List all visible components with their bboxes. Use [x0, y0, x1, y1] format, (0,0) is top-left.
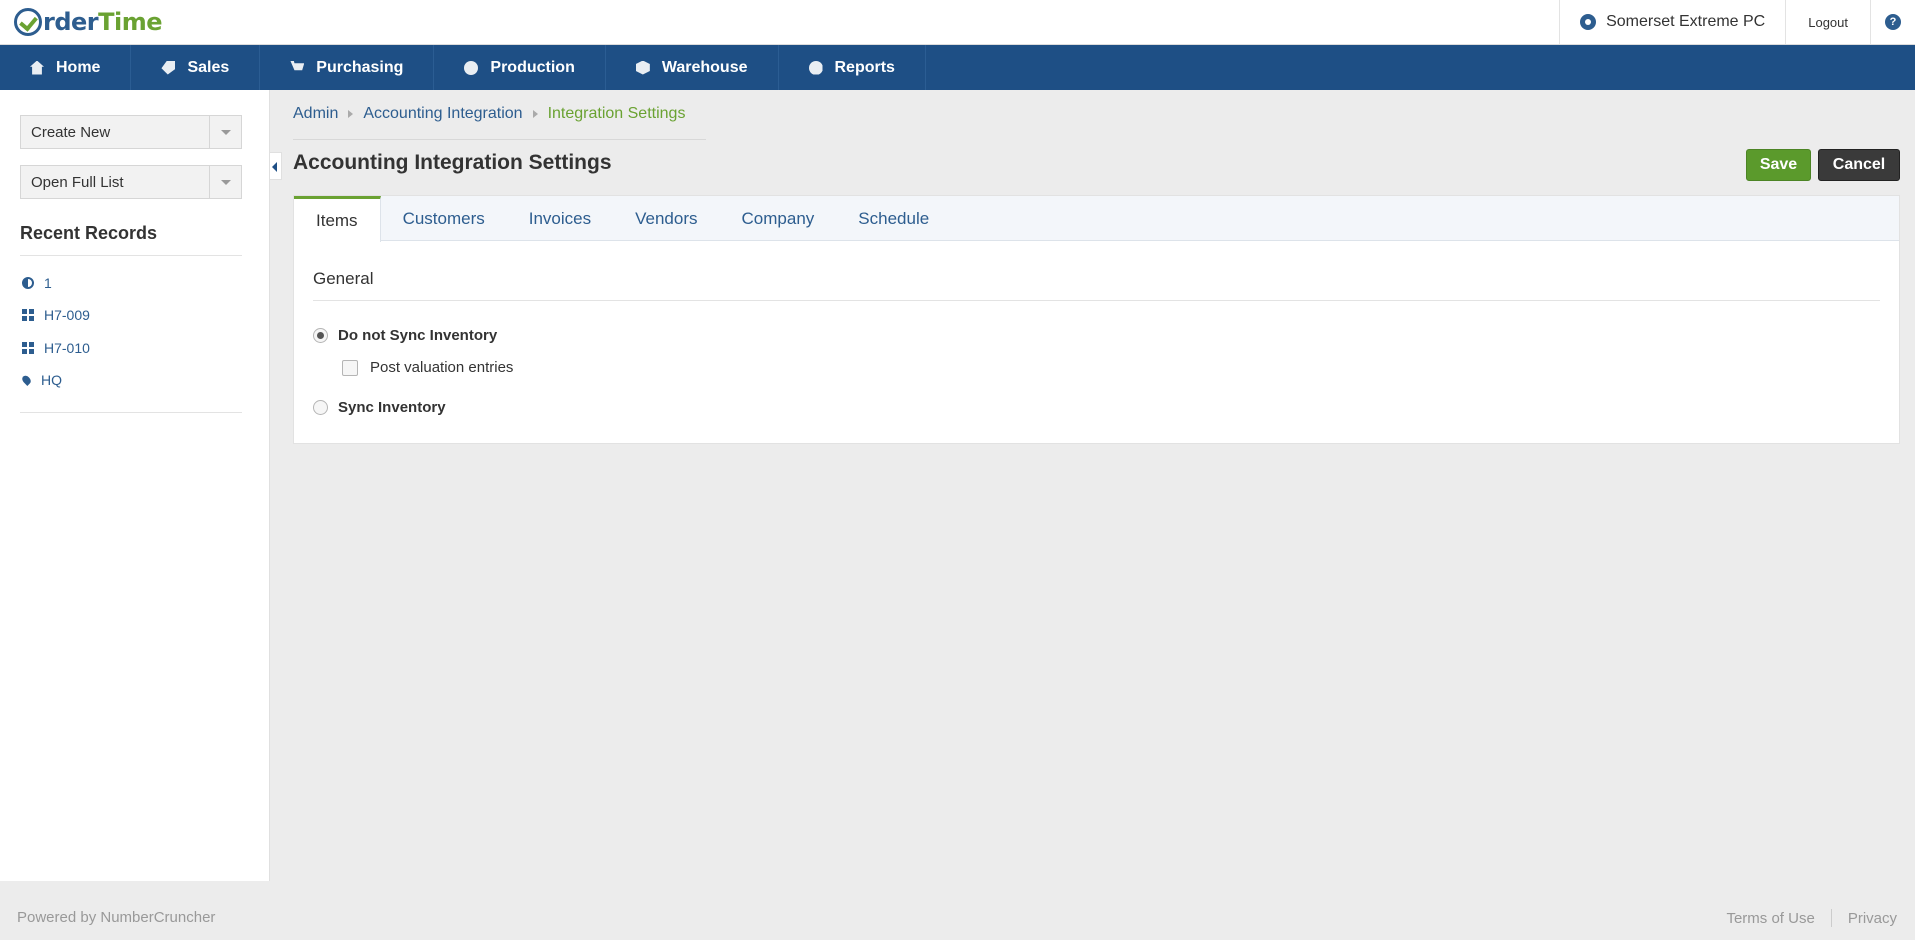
powered-by-text: Powered by NumberCruncher: [17, 909, 216, 926]
terms-of-use-link[interactable]: Terms of Use: [1726, 910, 1814, 927]
recent-record-label: 1: [44, 275, 52, 291]
settings-panel: Items Customers Invoices Vendors Company…: [293, 195, 1900, 444]
tab-company[interactable]: Company: [720, 196, 837, 241]
nav-home[interactable]: Home: [0, 45, 132, 90]
post-valuation-label: Post valuation entries: [370, 359, 514, 376]
divider: [1830, 909, 1832, 927]
tab-items[interactable]: Items: [294, 196, 381, 242]
option-do-not-sync[interactable]: Do not Sync Inventory: [313, 327, 497, 344]
footer: Powered by NumberCruncher Terms of Use P…: [0, 881, 1915, 940]
map-pin-icon: [20, 374, 33, 386]
nav-warehouse[interactable]: Warehouse: [606, 45, 779, 90]
create-new-label: Create New: [31, 123, 111, 141]
divider: [20, 412, 242, 413]
open-full-list-dropdown[interactable]: Open Full List: [20, 165, 242, 199]
tab-bar: Items Customers Invoices Vendors Company…: [294, 196, 1899, 242]
collapse-sidebar-toggle[interactable]: [270, 152, 282, 180]
tab-invoices[interactable]: Invoices: [507, 196, 613, 241]
page-title: Accounting Integration Settings: [293, 151, 612, 174]
divider: [313, 300, 1880, 301]
logo-check-icon: [14, 8, 42, 36]
open-full-list-label: Open Full List: [31, 173, 124, 191]
tag-icon: [161, 60, 176, 75]
nav-warehouse-label: Warehouse: [661, 58, 748, 76]
top-right-menu: Somerset Extreme PC Logout ?: [1559, 0, 1915, 44]
grid-icon: [22, 342, 34, 354]
recent-record-label: H7-010: [44, 340, 90, 356]
chevron-down-icon[interactable]: [209, 116, 241, 148]
chevron-right-icon: [348, 110, 354, 118]
cart-icon: [290, 60, 305, 71]
logout-link[interactable]: Logout: [1785, 0, 1870, 44]
company-name: Somerset Extreme PC: [1606, 13, 1766, 30]
box-icon: [635, 60, 650, 75]
pie-chart-icon: [808, 60, 823, 75]
nav-home-label: Home: [56, 58, 101, 76]
tab-vendors[interactable]: Vendors: [613, 196, 719, 241]
option-post-valuation[interactable]: Post valuation entries: [342, 359, 513, 376]
sync-inventory-label: Sync Inventory: [338, 399, 446, 416]
help-button[interactable]: ?: [1870, 0, 1915, 44]
grid-icon: [22, 309, 34, 321]
chevron-down-icon[interactable]: [209, 166, 241, 198]
ordertime-logo[interactable]: rder Time: [14, 6, 163, 38]
do-not-sync-label: Do not Sync Inventory: [338, 327, 498, 344]
recent-record-item[interactable]: HQ: [20, 372, 62, 388]
breadcrumb: Admin Accounting Integration Integration…: [293, 105, 685, 123]
do-not-sync-radio[interactable]: [313, 328, 328, 343]
recent-record-item[interactable]: H7-010: [22, 340, 90, 356]
nav-purchasing-label: Purchasing: [316, 58, 404, 76]
divider: [20, 255, 242, 256]
chevron-right-icon: [532, 110, 538, 118]
save-button[interactable]: Save: [1746, 149, 1811, 181]
half-circle-icon: [22, 277, 34, 289]
option-sync-inventory[interactable]: Sync Inventory: [313, 399, 446, 416]
nav-sales-label: Sales: [187, 58, 230, 76]
breadcrumb-admin[interactable]: Admin: [293, 105, 338, 123]
main-nav: Home Sales Purchasing Production Warehou…: [0, 45, 1915, 90]
nav-reports-label: Reports: [834, 58, 895, 76]
nav-production[interactable]: Production: [434, 45, 606, 90]
privacy-link[interactable]: Privacy: [1848, 910, 1897, 927]
nav-reports[interactable]: Reports: [779, 45, 926, 90]
divider: [293, 139, 706, 140]
cogs-icon: [464, 60, 479, 75]
recent-record-label: H7-009: [44, 307, 90, 323]
sync-inventory-radio[interactable]: [313, 400, 328, 415]
breadcrumb-current: Integration Settings: [547, 105, 686, 122]
create-new-dropdown[interactable]: Create New: [20, 115, 242, 149]
section-title-general: General: [313, 269, 374, 288]
tab-customers[interactable]: Customers: [381, 196, 507, 241]
help-icon: ?: [1885, 14, 1901, 30]
nav-production-label: Production: [490, 58, 575, 76]
recent-records-title: Recent Records: [20, 223, 158, 243]
recent-record-item[interactable]: H7-009: [22, 307, 90, 323]
breadcrumb-accounting-integration[interactable]: Accounting Integration: [363, 105, 522, 123]
footer-links: Terms of Use Privacy: [1726, 909, 1897, 927]
sidebar: Create New Open Full List Recent Records…: [0, 90, 270, 881]
recent-record-item[interactable]: 1: [22, 275, 52, 291]
tab-schedule[interactable]: Schedule: [836, 196, 951, 241]
cancel-button[interactable]: Cancel: [1818, 149, 1900, 181]
gear-icon: [1580, 14, 1597, 30]
logo-text-order: rder: [43, 8, 99, 36]
company-selector[interactable]: Somerset Extreme PC: [1559, 0, 1785, 44]
home-icon: [30, 60, 44, 75]
logo-text-time: Time: [98, 8, 163, 36]
top-bar: rder Time Somerset Extreme PC Logout ?: [0, 0, 1915, 45]
post-valuation-checkbox[interactable]: [342, 359, 358, 376]
nav-purchasing[interactable]: Purchasing: [260, 45, 435, 90]
nav-sales[interactable]: Sales: [131, 45, 261, 90]
recent-record-label: HQ: [41, 372, 62, 388]
